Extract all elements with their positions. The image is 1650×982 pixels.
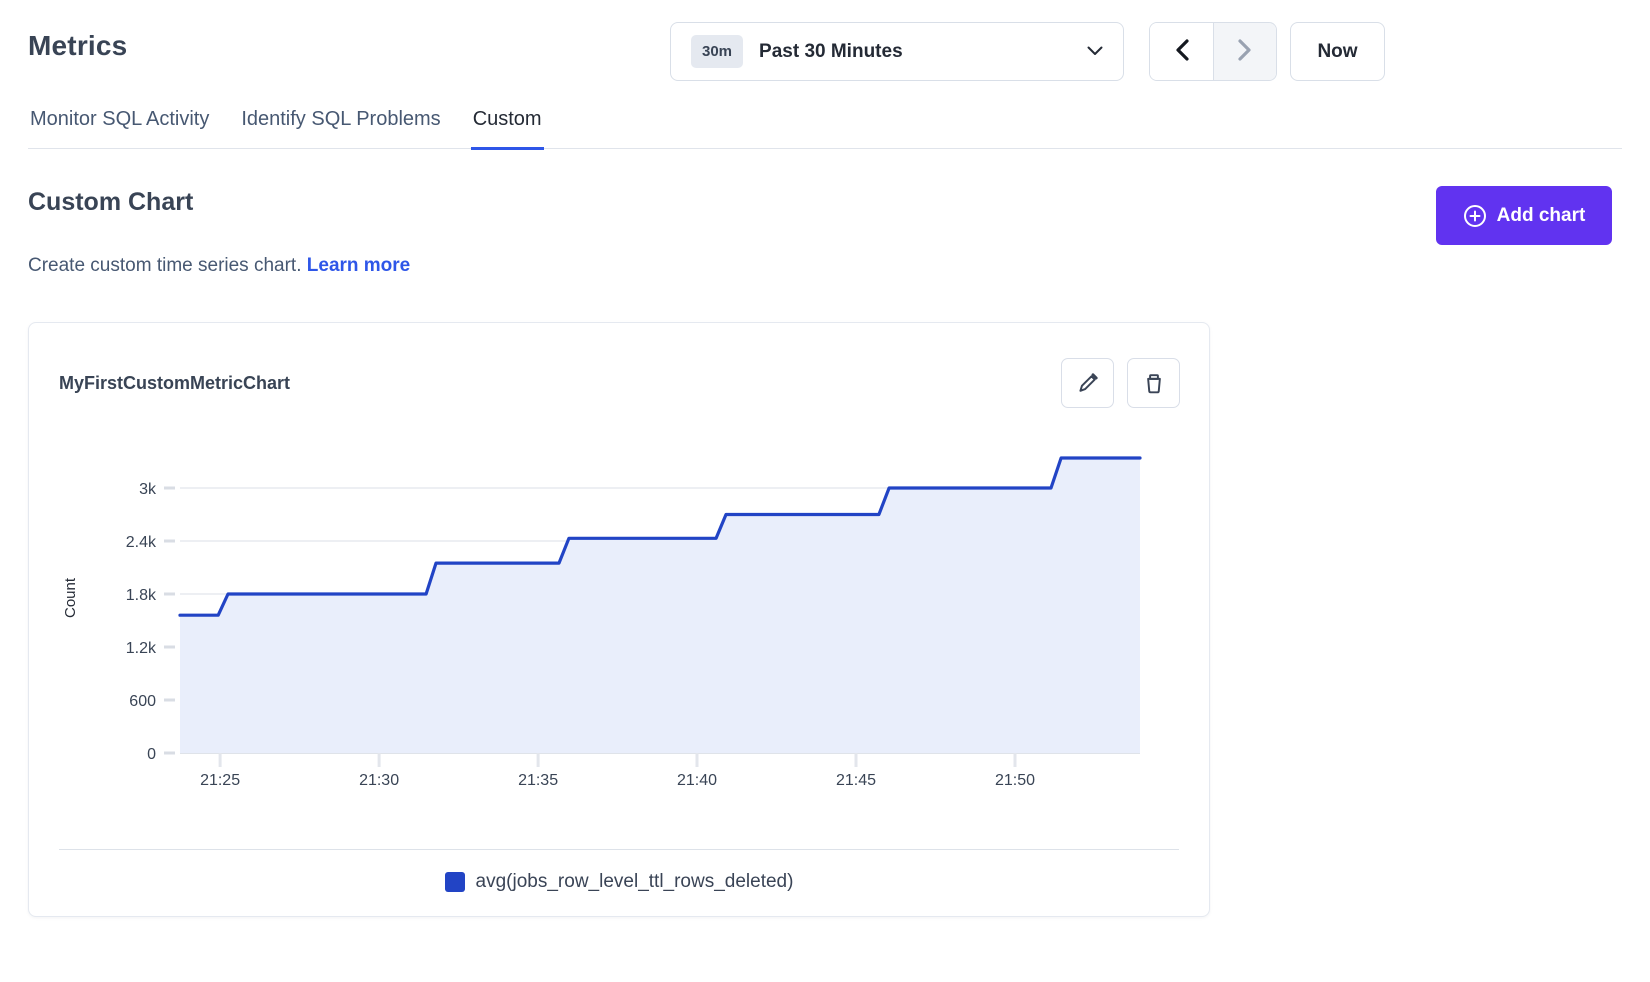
page-title: Metrics bbox=[28, 30, 127, 62]
svg-text:21:30: 21:30 bbox=[359, 772, 399, 789]
learn-more-link[interactable]: Learn more bbox=[307, 255, 410, 276]
chart-plot-area[interactable]: 0 600 1.2k 1.8k 2.4k 3k 21:25 21:30 21:35 21:40 21… bbox=[29, 413, 1179, 813]
chevron-left-icon bbox=[1175, 39, 1189, 64]
now-button[interactable]: Now bbox=[1290, 22, 1385, 81]
section-title: Custom Chart bbox=[28, 188, 193, 217]
svg-text:3k: 3k bbox=[139, 481, 157, 498]
time-pager bbox=[1149, 22, 1277, 81]
tab-monitor-sql-activity[interactable]: Monitor SQL Activity bbox=[28, 100, 211, 148]
chart-legend[interactable]: avg(jobs_row_level_ttl_rows_deleted) bbox=[29, 871, 1209, 893]
svg-text:1.8k: 1.8k bbox=[126, 587, 157, 604]
plus-circle-icon bbox=[1463, 204, 1487, 228]
card-divider bbox=[59, 849, 1179, 850]
chevron-down-icon bbox=[1087, 43, 1103, 61]
time-range-label: Past 30 Minutes bbox=[759, 41, 903, 63]
legend-label: avg(jobs_row_level_ttl_rows_deleted) bbox=[476, 871, 794, 893]
svg-text:600: 600 bbox=[129, 693, 156, 710]
metrics-tab-bar: Monitor SQL Activity Identify SQL Proble… bbox=[28, 100, 1622, 149]
section-description-text: Create custom time series chart. bbox=[28, 255, 301, 276]
tab-identify-sql-problems[interactable]: Identify SQL Problems bbox=[239, 100, 442, 148]
time-range-badge: 30m bbox=[691, 35, 743, 68]
svg-text:21:35: 21:35 bbox=[518, 772, 558, 789]
pencil-icon bbox=[1075, 370, 1101, 396]
delete-chart-button[interactable] bbox=[1127, 358, 1180, 408]
svg-text:0: 0 bbox=[147, 746, 156, 763]
svg-text:21:50: 21:50 bbox=[995, 772, 1035, 789]
custom-chart-svg: 0 600 1.2k 1.8k 2.4k 3k 21:25 21:30 21:35 21:40 21… bbox=[29, 413, 1179, 813]
svg-text:1.2k: 1.2k bbox=[126, 640, 157, 657]
tab-custom[interactable]: Custom bbox=[471, 100, 544, 150]
legend-swatch bbox=[445, 872, 465, 892]
svg-text:21:45: 21:45 bbox=[836, 772, 876, 789]
svg-text:21:25: 21:25 bbox=[200, 772, 240, 789]
chevron-right-icon bbox=[1238, 39, 1252, 64]
trash-icon bbox=[1141, 370, 1167, 396]
edit-chart-button[interactable] bbox=[1061, 358, 1114, 408]
chart-title: MyFirstCustomMetricChart bbox=[59, 373, 290, 394]
add-chart-button[interactable]: Add chart bbox=[1436, 186, 1612, 245]
time-range-selector[interactable]: 30m Past 30 Minutes bbox=[670, 22, 1124, 81]
custom-chart-card: MyFirstCustomMetricChart 0 600 1.2k 1.8k 2.4… bbox=[28, 322, 1210, 917]
svg-text:2.4k: 2.4k bbox=[126, 534, 157, 551]
previous-interval-button[interactable] bbox=[1150, 23, 1213, 80]
svg-text:Count: Count bbox=[62, 577, 79, 618]
add-chart-label: Add chart bbox=[1497, 205, 1586, 227]
section-description: Create custom time series chart. Learn m… bbox=[28, 255, 410, 277]
next-interval-button[interactable] bbox=[1213, 23, 1276, 80]
svg-text:21:40: 21:40 bbox=[677, 772, 717, 789]
